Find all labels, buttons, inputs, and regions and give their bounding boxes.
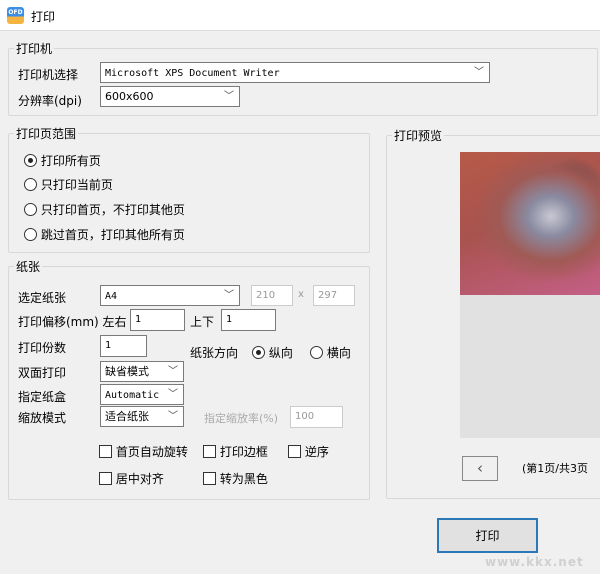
duplex-value: 缺省模式 [105, 365, 149, 378]
offset-lr-input[interactable]: 1 [130, 309, 185, 331]
duplex-label: 双面打印 [18, 366, 67, 380]
checkbox-label: 打印边框 [219, 445, 268, 459]
chevron-down-icon: ﹀ [168, 411, 178, 422]
chevron-left-icon: ‹ [477, 459, 483, 477]
paper-group-label: 纸张 [14, 258, 43, 275]
dpi-select[interactable]: 600x600 ﹀ [100, 86, 240, 107]
chevron-down-icon: ﹀ [168, 366, 178, 377]
offset-ud-label: 上下 [190, 315, 215, 329]
checkbox-icon [99, 472, 112, 485]
orientation-landscape[interactable]: 横向 [310, 344, 351, 361]
checkbox-auto-rotate[interactable]: 首页自动旋转 [99, 443, 188, 460]
range-option-first-only[interactable]: 只打印首页，不打印其他页 [24, 201, 185, 218]
paper-size-value: A4 [105, 291, 118, 302]
print-button[interactable]: 打印 [437, 518, 538, 553]
checkbox-print-border[interactable]: 打印边框 [203, 443, 268, 460]
scale-rate-label: 指定缩放率(%) [204, 412, 279, 425]
radio-icon [24, 178, 37, 191]
tray-select[interactable]: Automatic ﹀ [100, 384, 184, 405]
checkbox-icon [203, 472, 216, 485]
printer-select-label: 打印机选择 [18, 68, 79, 82]
option-label: 纵向 [268, 346, 293, 360]
checkbox-label: 转为黑色 [219, 472, 268, 486]
scale-mode-value: 适合纸张 [105, 410, 149, 423]
option-label: 跳过首页，打印其他所有页 [40, 228, 185, 242]
scale-mode-select[interactable]: 适合纸张 ﹀ [100, 406, 184, 427]
checkbox-center[interactable]: 居中对齐 [99, 470, 164, 487]
orientation-portrait[interactable]: 纵向 [252, 344, 293, 361]
chevron-down-icon: ﹀ [224, 290, 234, 301]
chevron-down-icon: ﹀ [474, 67, 484, 78]
option-label: 只打印首页，不打印其他页 [40, 203, 185, 217]
watermark: www.kkx.net [485, 555, 584, 569]
orientation-label: 纸张方向 [190, 346, 239, 360]
checkbox-black[interactable]: 转为黑色 [203, 470, 268, 487]
range-option-all[interactable]: 打印所有页 [24, 152, 101, 169]
option-label: 横向 [326, 346, 351, 360]
preview-group-label: 打印预览 [392, 127, 445, 144]
radio-icon [24, 154, 37, 167]
title-bar: OFD 打印 [0, 0, 600, 31]
checkbox-icon [99, 445, 112, 458]
size-separator: x [298, 289, 304, 300]
prev-page-button[interactable]: ‹ [462, 456, 498, 481]
page-info: (第1页/共3页 [522, 462, 588, 475]
checkbox-label: 逆序 [304, 445, 329, 459]
radio-icon [252, 346, 265, 359]
dpi-label: 分辨率(dpi) [18, 94, 82, 108]
checkbox-icon [288, 445, 301, 458]
window-title: 打印 [31, 10, 56, 24]
app-icon: OFD [7, 7, 24, 24]
tray-value: Automatic [105, 390, 160, 401]
tray-label: 指定纸盒 [18, 390, 67, 404]
checkbox-icon [203, 445, 216, 458]
preview-page [460, 152, 600, 438]
chevron-down-icon: ﹀ [168, 387, 178, 402]
radio-icon [24, 203, 37, 216]
chevron-down-icon: ﹀ [224, 91, 234, 102]
paper-height-field: 297 [313, 285, 355, 306]
range-option-skip-first[interactable]: 跳过首页，打印其他所有页 [24, 226, 185, 243]
paper-width-field: 210 [251, 285, 293, 306]
scale-rate-input: 100 [290, 406, 343, 428]
paper-size-label: 选定纸张 [18, 291, 67, 305]
option-label: 打印所有页 [40, 154, 101, 168]
checkbox-label: 居中对齐 [115, 472, 164, 486]
paper-size-select[interactable]: A4 ﹀ [100, 285, 240, 306]
option-label: 只打印当前页 [40, 178, 113, 192]
radio-icon [24, 228, 37, 241]
printer-value: Microsoft XPS Document Writer [105, 68, 280, 79]
scale-mode-label: 缩放模式 [18, 411, 67, 425]
radio-icon [310, 346, 323, 359]
printer-group-label: 打印机 [14, 40, 55, 57]
checkbox-reverse[interactable]: 逆序 [288, 443, 329, 460]
preview-image [460, 152, 600, 295]
checkbox-label: 首页自动旋转 [115, 445, 188, 459]
page-range-label: 打印页范围 [14, 125, 79, 142]
offset-label: 打印偏移(mm) 左右 [18, 315, 127, 329]
printer-select[interactable]: Microsoft XPS Document Writer ﹀ [100, 62, 490, 83]
copies-input[interactable]: 1 [100, 335, 147, 357]
offset-ud-input[interactable]: 1 [221, 309, 276, 331]
dpi-value: 600x600 [105, 90, 154, 103]
copies-label: 打印份数 [18, 341, 67, 355]
range-option-current[interactable]: 只打印当前页 [24, 176, 113, 193]
duplex-select[interactable]: 缺省模式 ﹀ [100, 361, 184, 382]
